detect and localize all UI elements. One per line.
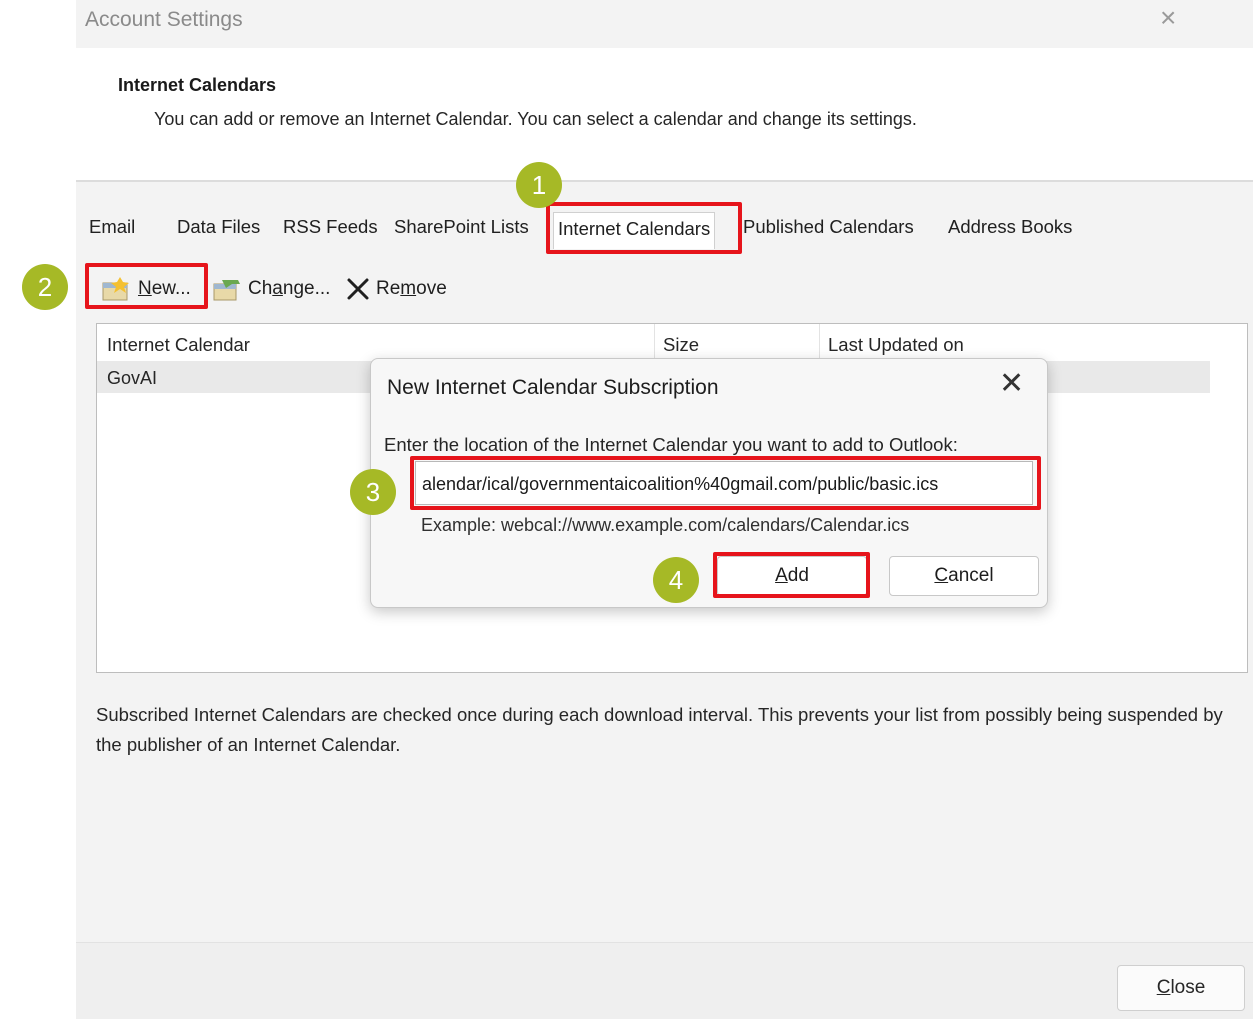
column-header-size[interactable]: Size — [663, 334, 699, 356]
page-description: You can add or remove an Internet Calend… — [154, 109, 917, 129]
dialog-close-icon[interactable]: ✕ — [999, 369, 1024, 399]
window-close-button[interactable]: × — [1160, 4, 1176, 32]
tab-email[interactable]: Email — [89, 216, 135, 246]
column-header-last-updated[interactable]: Last Updated on — [828, 334, 964, 356]
change-button-label: Change... — [248, 278, 331, 299]
window-title: Account Settings — [85, 8, 243, 31]
tab-published-calendars[interactable]: Published Calendars — [743, 216, 914, 246]
x-icon — [347, 278, 369, 300]
remove-button[interactable]: Remove — [346, 274, 447, 304]
subscription-note: Subscribed Internet Calendars are checke… — [96, 704, 1223, 755]
title-bar: Account Settings — [76, 0, 1253, 48]
change-button[interactable]: Change... — [212, 274, 330, 304]
highlight-tab-internet-calendars — [546, 202, 742, 254]
cancel-button-label: Cancel — [934, 565, 994, 586]
tab-rss-feeds[interactable]: RSS Feeds — [283, 216, 378, 246]
step-badge-4: 4 — [653, 557, 699, 603]
page-header: Internet Calendars You can add or remove… — [76, 48, 1253, 182]
dialog-prompt: Enter the location of the Internet Calen… — [384, 434, 958, 455]
highlight-new-button — [85, 263, 208, 309]
highlight-add-button — [713, 552, 870, 598]
step-badge-2: 2 — [22, 264, 68, 310]
button-bar — [76, 942, 1253, 1019]
step-badge-3: 3 — [350, 469, 396, 515]
step-badge-1: 1 — [516, 162, 562, 208]
tab-sharepoint-lists[interactable]: SharePoint Lists — [394, 216, 529, 246]
tab-data-files[interactable]: Data Files — [177, 216, 260, 246]
column-header-internet-calendar[interactable]: Internet Calendar — [107, 334, 250, 356]
page-title: Internet Calendars — [118, 75, 277, 95]
remove-button-label: Remove — [376, 278, 447, 299]
dialog-title: New Internet Calendar Subscription — [387, 376, 719, 399]
cancel-button[interactable]: Cancel — [889, 556, 1039, 596]
column-divider — [819, 324, 820, 360]
calendar-name-cell: GovAI — [107, 368, 158, 388]
close-button[interactable]: Close — [1117, 965, 1245, 1011]
url-example-text: Example: webcal://www.example.com/calend… — [421, 515, 910, 535]
change-calendar-icon — [213, 280, 240, 301]
tab-address-books[interactable]: Address Books — [948, 216, 1072, 246]
highlight-url-input — [410, 456, 1041, 510]
close-button-label: Close — [1156, 977, 1206, 998]
column-divider — [654, 324, 655, 360]
